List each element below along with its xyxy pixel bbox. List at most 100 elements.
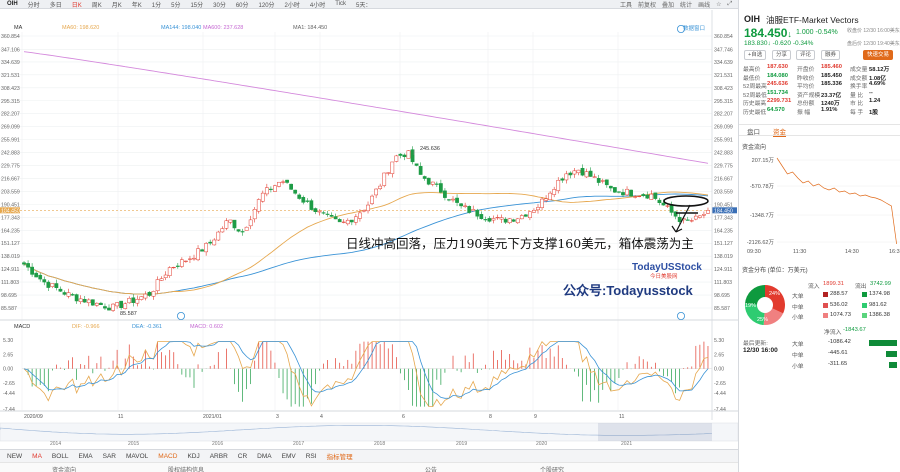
- net-label: 净流入: [824, 330, 842, 336]
- candle-body: [637, 195, 642, 198]
- indicator-tab[interactable]: ARBR: [205, 453, 233, 460]
- quote-action-button[interactable]: 快速交易: [863, 50, 894, 60]
- candle-body: [661, 202, 666, 206]
- year-axis-label: 2020: [536, 441, 547, 447]
- net-row-bar: [886, 351, 897, 357]
- candlestick-chart[interactable]: 360.854 360.854 347.106 347.746 334.639 334.6…: [0, 0, 738, 449]
- candle-body: [74, 294, 79, 302]
- indicator-tab[interactable]: KDJ: [182, 453, 204, 460]
- scroll-icon[interactable]: [176, 311, 185, 320]
- zoom-out-icon[interactable]: [677, 24, 686, 33]
- price-axis-left-label: 138.019: [1, 254, 20, 260]
- indicator-tab[interactable]: 指标管理: [322, 451, 358, 461]
- candle-body: [107, 307, 111, 311]
- quote-action-button[interactable]: +自选: [744, 50, 767, 60]
- candle-body: [503, 218, 508, 223]
- macd-axis-left-label: -4.44: [3, 391, 15, 397]
- price-axis-left-label: 177.343: [1, 215, 20, 221]
- bottom-tab[interactable]: 公告: [425, 465, 437, 472]
- zoom-in-icon[interactable]: [677, 311, 686, 320]
- candle-body: [406, 150, 411, 159]
- candle-body: [289, 183, 294, 190]
- indicator-tab[interactable]: MA: [27, 453, 47, 460]
- indicator-tab[interactable]: BOLL: [47, 453, 74, 460]
- candle-body: [370, 195, 374, 204]
- indicator-tab[interactable]: CR: [233, 453, 252, 460]
- macd-axis-left-label: 5.30: [3, 338, 13, 344]
- candle-body: [491, 218, 496, 221]
- candle-body: [693, 215, 698, 220]
- candle-body: [600, 180, 605, 182]
- stat-value: 185.460: [821, 64, 842, 70]
- net-row-value: -1086.42: [828, 339, 851, 345]
- stat-value: 4.69%: [869, 81, 886, 88]
- price-axis-right-label: 308.423: [714, 86, 733, 92]
- watermark-brand: TodayUSStock: [632, 262, 702, 273]
- candle-body: [228, 219, 233, 223]
- price-axis-left-label: 229.775: [1, 164, 20, 170]
- indicator-tab[interactable]: NEW: [2, 453, 27, 460]
- quote-action-button[interactable]: 分享: [772, 50, 792, 60]
- candle-body: [414, 163, 419, 166]
- indicator-tab[interactable]: DMA: [252, 453, 276, 460]
- year-axis-label: 2018: [374, 441, 385, 447]
- flow-time-label: 09:30: [747, 249, 761, 255]
- fund-distribution-donut: 24% 19% 25%: [744, 284, 785, 326]
- candle-body: [54, 283, 59, 289]
- indicator-tab[interactable]: EMV: [277, 453, 301, 460]
- candle-body: [277, 181, 281, 187]
- indicator-tab[interactable]: MAVOL: [121, 453, 153, 460]
- dist-title: 资金分布 (单位：万美元): [742, 268, 808, 274]
- macd-axis-right-label: 2.65: [714, 352, 724, 358]
- after-hours-status: 盘后价 12/30 19:40美东: [847, 41, 900, 47]
- indicator-tab[interactable]: MACD: [153, 453, 182, 460]
- price-axis-right-label: 347.746: [714, 48, 733, 54]
- stat-label: 历史最低: [743, 110, 767, 116]
- candle-body: [366, 204, 370, 212]
- candle-body: [123, 303, 128, 309]
- price-axis-left-label: 295.315: [1, 99, 20, 105]
- candle-body: [179, 259, 184, 267]
- candle-body: [532, 210, 536, 213]
- candle-body: [325, 213, 330, 215]
- candle-body: [139, 296, 144, 300]
- range-selection[interactable]: [598, 423, 712, 441]
- year-axis-label: 2021: [621, 441, 632, 447]
- year-axis-label: 2014: [50, 441, 61, 447]
- quote-action-button[interactable]: 评论: [796, 50, 816, 60]
- dist-out-swatch: [862, 302, 867, 308]
- candle-body: [212, 239, 217, 246]
- bottom-tab[interactable]: 个股研究: [540, 465, 564, 472]
- indicator-tab[interactable]: EMA: [74, 453, 98, 460]
- year-axis-label: 2016: [212, 441, 223, 447]
- candle-body: [706, 210, 710, 214]
- candle-body: [333, 216, 338, 220]
- price-axis-right-label: 184.450: [714, 208, 733, 214]
- time-axis-label: 9: [534, 414, 537, 420]
- stat-value: 1.91%: [821, 107, 838, 113]
- inflow-total: 1899.31: [823, 281, 844, 287]
- flow-time-label: 11:30: [793, 249, 806, 255]
- inflow-label: 流入: [808, 284, 820, 290]
- last-price: 184.450↓: [744, 26, 792, 40]
- quote-action-button[interactable]: 融券: [821, 50, 841, 60]
- price-axis-left-label: 111.803: [1, 280, 19, 286]
- flow-time-label: 14:30: [845, 249, 859, 255]
- indicator-tab[interactable]: RSI: [301, 453, 322, 460]
- tab-pankou[interactable]: 盘口: [747, 126, 760, 136]
- indicator-tab[interactable]: SAR: [98, 453, 121, 460]
- price-axis-right-label: 242.883: [714, 151, 733, 157]
- indicator-bar: NEW MA BOLL EMA SAR MAVOL MACD KDJ ARBR CR DMA EMV R…: [0, 449, 738, 462]
- price-axis-left-label: 151.127: [1, 241, 20, 247]
- price-axis-left-label: 334.639: [1, 60, 20, 66]
- candle-body: [378, 185, 383, 189]
- bottom-tab[interactable]: 资金流向: [52, 465, 76, 472]
- flow-line-chart: 207.15万 -570.78万 -1348.7万 -2126.62万 09:30 11:…: [747, 157, 900, 255]
- ma600-line: [23, 51, 709, 164]
- candle-body: [309, 200, 314, 210]
- tab-funds[interactable]: 资金: [773, 126, 786, 137]
- macd-legend: MACD DIF: -0.966 DEA: -0.361 MACD: 0.602: [0, 322, 712, 331]
- dist-row-label: 中单: [792, 304, 804, 311]
- bottom-tab[interactable]: 股权结构信息: [168, 465, 204, 472]
- candle-body: [653, 192, 658, 199]
